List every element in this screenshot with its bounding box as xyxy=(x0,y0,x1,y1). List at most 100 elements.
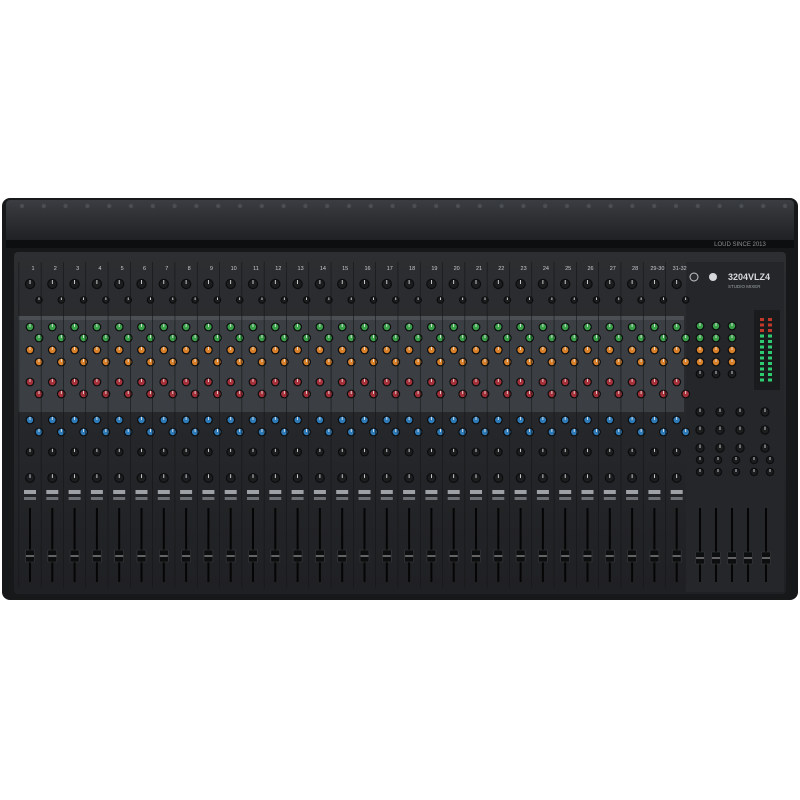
eq-lo-mid-knob[interactable] xyxy=(516,415,525,425)
aux-2-knob[interactable] xyxy=(79,333,88,343)
eq-high-knob[interactable] xyxy=(538,377,548,387)
eq-lo-mid-knob[interactable] xyxy=(672,415,682,425)
low-cut-knob[interactable] xyxy=(302,296,311,304)
low-cut-knob[interactable] xyxy=(637,296,645,304)
aux-2-knob[interactable] xyxy=(369,333,378,343)
eq-freq-knob[interactable] xyxy=(248,447,258,457)
eq-freq-knob[interactable] xyxy=(114,447,124,457)
eq-freq-knob[interactable] xyxy=(382,447,392,457)
aux-1-knob[interactable] xyxy=(92,322,102,332)
solo-button[interactable] xyxy=(626,497,639,500)
low-cut-knob[interactable] xyxy=(35,296,43,304)
eq-hi-mid-knob[interactable] xyxy=(569,389,579,399)
gain-knob[interactable] xyxy=(493,278,504,290)
mute-button[interactable] xyxy=(113,490,126,494)
gain-knob[interactable] xyxy=(91,278,103,290)
aux-1-knob[interactable] xyxy=(270,322,280,332)
eq-lo-mid-knob[interactable] xyxy=(449,415,459,425)
aux-1-knob[interactable] xyxy=(650,322,659,332)
eq-freq-knob[interactable] xyxy=(315,447,325,457)
aux-1-knob[interactable] xyxy=(137,322,146,332)
eq-high-knob[interactable] xyxy=(226,377,236,387)
eq-lo-mid-knob[interactable] xyxy=(337,415,347,425)
eq-freq-knob[interactable] xyxy=(605,447,615,457)
aux-1-knob[interactable] xyxy=(560,322,570,332)
eq-lo-mid-knob[interactable] xyxy=(583,415,592,425)
aux-2-knob[interactable] xyxy=(235,333,245,343)
aux-3-knob[interactable] xyxy=(449,345,459,355)
aux-3-knob[interactable] xyxy=(560,345,570,355)
aux-2-knob[interactable] xyxy=(413,333,423,343)
eq-lo-mid-knob[interactable] xyxy=(605,415,615,425)
eq-low-knob[interactable] xyxy=(302,427,311,437)
solo-button[interactable] xyxy=(536,497,549,500)
master-monitor-knob[interactable] xyxy=(695,467,705,477)
aux-4-knob[interactable] xyxy=(101,357,111,367)
aux-1-knob[interactable] xyxy=(181,322,191,332)
aux-4-knob[interactable] xyxy=(636,357,646,367)
eq-freq-knob[interactable] xyxy=(137,447,146,457)
solo-button[interactable] xyxy=(68,497,81,500)
aux-2-knob[interactable] xyxy=(302,333,311,343)
master-return-knob[interactable] xyxy=(735,443,745,453)
solo-button[interactable] xyxy=(403,497,416,500)
aux-2-knob[interactable] xyxy=(502,333,512,343)
gain-knob[interactable] xyxy=(24,278,36,290)
mute-button[interactable] xyxy=(536,490,549,494)
eq-freq-knob[interactable] xyxy=(516,447,525,457)
pan-knob[interactable] xyxy=(248,473,258,483)
gain-knob[interactable] xyxy=(337,278,348,290)
aux-1-knob[interactable] xyxy=(538,322,548,332)
eq-low-knob[interactable] xyxy=(502,427,512,437)
aux-1-knob[interactable] xyxy=(516,322,525,332)
gain-knob[interactable] xyxy=(671,278,682,290)
solo-button[interactable] xyxy=(135,497,148,500)
master-return-knob[interactable] xyxy=(735,407,745,417)
pan-knob[interactable] xyxy=(649,473,660,483)
aux-2-knob[interactable] xyxy=(257,333,267,343)
solo-button[interactable] xyxy=(447,497,460,500)
aux-3-knob[interactable] xyxy=(404,345,414,355)
solo-button[interactable] xyxy=(46,497,59,500)
aux-3-knob[interactable] xyxy=(360,345,369,355)
eq-freq-knob[interactable] xyxy=(92,447,102,457)
eq-hi-mid-knob[interactable] xyxy=(56,389,66,399)
aux-1-knob[interactable] xyxy=(605,322,615,332)
eq-low-knob[interactable] xyxy=(257,427,267,437)
eq-low-knob[interactable] xyxy=(168,427,178,437)
pan-knob[interactable] xyxy=(515,473,526,483)
eq-freq-knob[interactable] xyxy=(471,447,481,457)
aux-4-knob[interactable] xyxy=(79,357,88,367)
eq-high-knob[interactable] xyxy=(248,377,258,387)
mute-button[interactable] xyxy=(90,490,103,494)
low-cut-knob[interactable] xyxy=(615,296,623,304)
master-return-knob[interactable] xyxy=(695,443,705,453)
master-aux-knob[interactable] xyxy=(711,345,721,355)
aux-3-knob[interactable] xyxy=(92,345,102,355)
aux-4-knob[interactable] xyxy=(458,357,468,367)
mute-button[interactable] xyxy=(470,490,482,494)
master-monitor-knob[interactable] xyxy=(713,455,723,465)
eq-lo-mid-knob[interactable] xyxy=(360,415,369,425)
low-cut-knob[interactable] xyxy=(392,296,400,304)
pan-knob[interactable] xyxy=(203,473,214,483)
master-monitor-knob[interactable] xyxy=(731,467,741,477)
master-aux-knob[interactable] xyxy=(711,369,721,379)
solo-button[interactable] xyxy=(157,497,170,500)
aux-2-knob[interactable] xyxy=(391,333,401,343)
eq-high-knob[interactable] xyxy=(672,377,682,387)
aux-1-knob[interactable] xyxy=(627,322,637,332)
low-cut-knob[interactable] xyxy=(503,296,512,304)
aux-2-knob[interactable] xyxy=(190,333,200,343)
eq-lo-mid-knob[interactable] xyxy=(471,415,481,425)
gain-knob[interactable] xyxy=(47,278,58,290)
aux-1-knob[interactable] xyxy=(248,322,258,332)
pan-knob[interactable] xyxy=(404,473,415,483)
eq-hi-mid-knob[interactable] xyxy=(101,389,111,399)
aux-3-knob[interactable] xyxy=(583,345,592,355)
mute-button[interactable] xyxy=(46,490,59,494)
eq-lo-mid-knob[interactable] xyxy=(560,415,570,425)
gain-knob[interactable] xyxy=(448,278,459,290)
eq-freq-knob[interactable] xyxy=(360,447,369,457)
solo-button[interactable] xyxy=(113,497,126,500)
